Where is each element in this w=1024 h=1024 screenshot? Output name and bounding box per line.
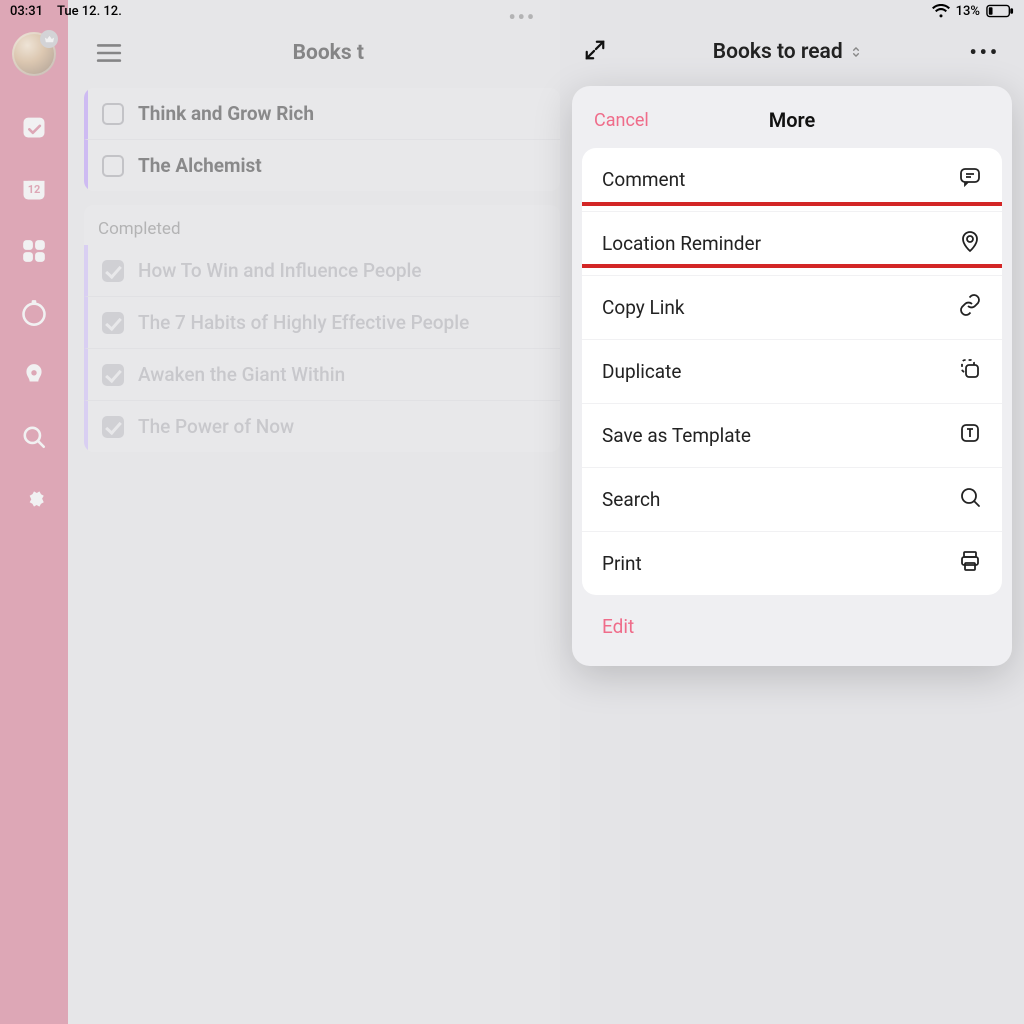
expand-icon[interactable] xyxy=(584,39,606,65)
action-label: Location Reminder xyxy=(602,232,761,255)
action-save-template[interactable]: Save as Template xyxy=(582,403,1002,467)
more-sheet: Cancel More Comment Location Reminder Co… xyxy=(572,86,1012,666)
action-label: Print xyxy=(602,552,642,575)
edit-button[interactable]: Edit xyxy=(582,595,1002,638)
action-label: Copy Link xyxy=(602,296,684,319)
action-label: Search xyxy=(602,488,660,511)
template-icon xyxy=(958,421,982,450)
cancel-button[interactable]: Cancel xyxy=(594,110,649,131)
battery-icon xyxy=(986,4,1014,18)
side-more-icon[interactable]: ••• xyxy=(969,40,1000,64)
action-search[interactable]: Search xyxy=(582,467,1002,531)
action-label: Comment xyxy=(602,168,685,191)
status-date: Tue 12. 12. xyxy=(57,4,122,19)
side-panel-title[interactable]: Books to read xyxy=(713,40,863,64)
action-duplicate[interactable]: Duplicate xyxy=(582,339,1002,403)
search-icon xyxy=(958,485,982,514)
wifi-icon xyxy=(932,4,950,18)
comment-icon xyxy=(958,165,982,194)
status-bar: 03:31 Tue 12. 12. 13% xyxy=(0,0,1024,22)
more-actions-list: Comment Location Reminder Copy Link Dupl… xyxy=(582,148,1002,595)
sheet-title: More xyxy=(769,108,816,132)
side-title-text: Books to read xyxy=(713,40,843,64)
print-icon xyxy=(958,549,982,578)
status-time: 03:31 xyxy=(10,4,43,19)
duplicate-icon xyxy=(958,357,982,386)
battery-percent: 13% xyxy=(956,4,980,19)
action-copy-link[interactable]: Copy Link xyxy=(582,275,1002,339)
dim-overlay xyxy=(0,0,560,1024)
action-print[interactable]: Print xyxy=(582,531,1002,595)
location-pin-icon xyxy=(958,229,982,258)
action-label: Save as Template xyxy=(602,424,751,447)
side-panel: Books to read ••• Cancel More Comment Lo… xyxy=(560,0,1024,1024)
action-location-reminder[interactable]: Location Reminder xyxy=(582,211,1002,275)
sort-chevrons-icon xyxy=(849,45,863,59)
action-comment[interactable]: Comment xyxy=(582,148,1002,211)
action-label: Duplicate xyxy=(602,360,681,383)
link-icon xyxy=(958,293,982,322)
